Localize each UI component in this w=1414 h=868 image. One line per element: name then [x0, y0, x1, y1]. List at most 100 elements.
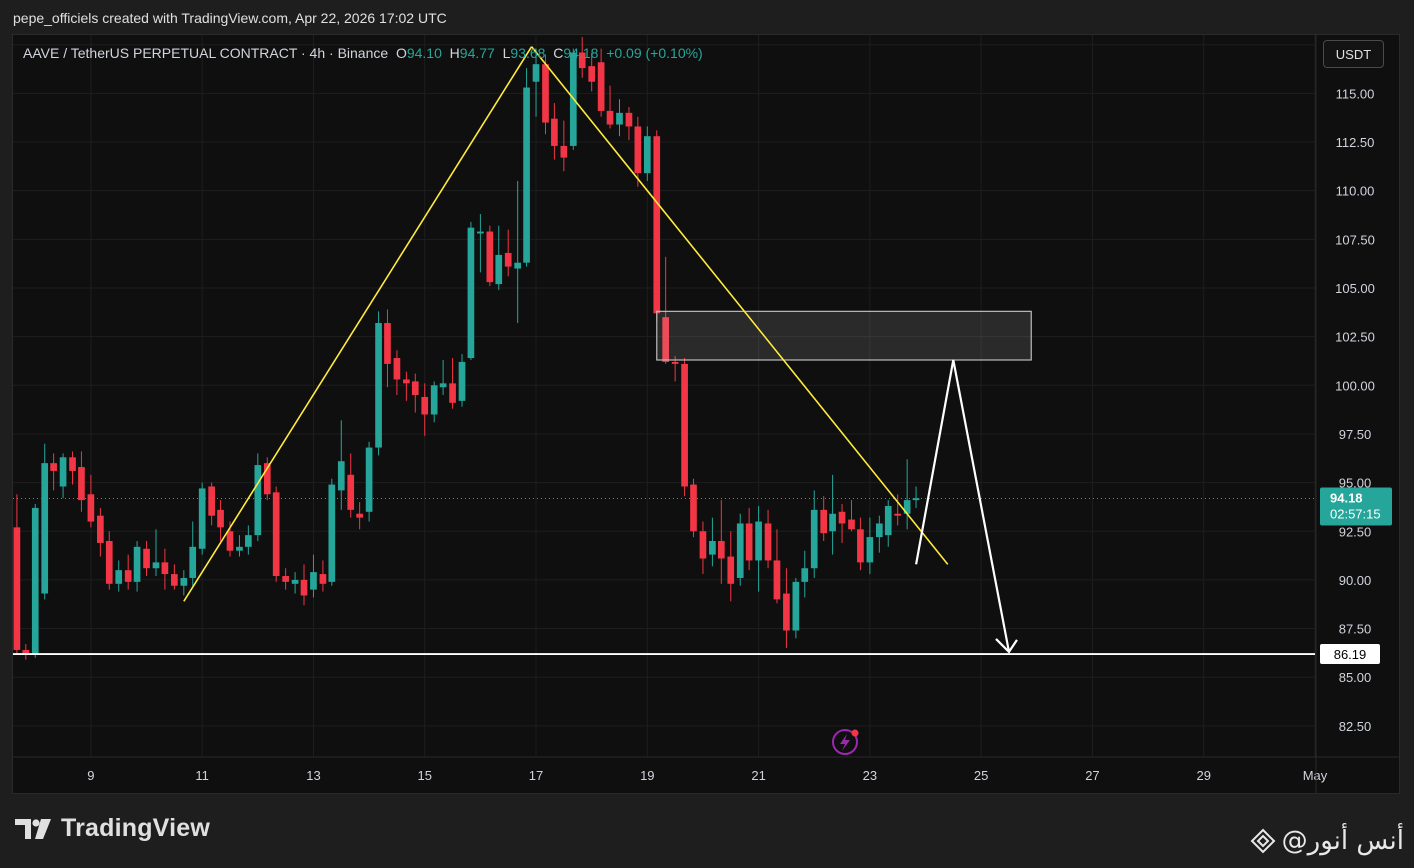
trendline[interactable] [530, 46, 949, 565]
candle-body [41, 463, 49, 594]
candle-body [894, 513, 902, 516]
chart-credit: pepe_officiels created with TradingView.… [13, 10, 447, 26]
candle-body [328, 484, 336, 582]
price-tick-label: 102.50 [1335, 330, 1375, 345]
candle-body [857, 529, 864, 563]
symbol-name: AAVE / TetherUS PERPETUAL CONTRACT · 4h … [23, 45, 389, 61]
candle-body [272, 492, 280, 577]
author-handle-text: @أنس أنور [1281, 826, 1404, 856]
candle-body [504, 252, 512, 267]
candle-body [375, 323, 382, 448]
candle-body [477, 231, 484, 234]
candle-body [643, 136, 651, 174]
candle-body [588, 66, 596, 82]
candle-body [764, 523, 772, 561]
tradingview-logo[interactable]: TradingView [15, 814, 210, 843]
candle-body [792, 581, 800, 631]
candle-body [152, 562, 160, 569]
binance-icon [1250, 828, 1276, 854]
candle-body [495, 254, 503, 285]
time-tick-label: 9 [87, 768, 94, 783]
supply-zone-rectangle[interactable] [656, 310, 1032, 361]
candle-body [133, 546, 141, 582]
candle-body [597, 62, 605, 111]
candle-body [671, 361, 679, 364]
candle-body [356, 513, 363, 518]
level-price-label: 86.19 [1334, 647, 1367, 662]
candle-body [439, 383, 447, 388]
candle-body [699, 531, 707, 559]
current-price-label: 94.18 [1330, 491, 1363, 506]
candle-body [523, 87, 530, 263]
close-label: C [553, 45, 564, 61]
candle-body [226, 531, 234, 551]
time-tick-label: 15 [418, 768, 432, 783]
time-tick-label: 27 [1085, 768, 1099, 783]
candle-body [616, 112, 623, 125]
candle-body [124, 570, 132, 582]
tradingview-logo-text: TradingView [61, 814, 211, 842]
candle-body [189, 546, 197, 578]
price-tick-label: 92.50 [1339, 524, 1372, 539]
candle-body [783, 593, 790, 631]
high-value: 94.77 [459, 45, 495, 61]
price-tick-label: 115.00 [1336, 86, 1375, 101]
time-tick-label: 11 [195, 768, 209, 783]
candle-body [347, 474, 355, 510]
candle-body [801, 568, 809, 582]
candle-body [365, 447, 373, 512]
candle-body [634, 126, 642, 174]
candle-body [180, 577, 188, 586]
candle-body [829, 513, 836, 532]
candle-body [727, 556, 735, 584]
lightning-icon[interactable] [832, 729, 859, 755]
candle-body [486, 231, 494, 283]
time-tick-label: 21 [751, 768, 765, 783]
candle-body [300, 579, 308, 596]
candle-body [236, 546, 243, 551]
candle-body [421, 396, 429, 415]
symbol-info: AAVE / TetherUS PERPETUAL CONTRACT · 4h … [23, 45, 703, 61]
currency-button[interactable]: USDT [1323, 40, 1384, 68]
candle-body [403, 379, 410, 384]
candle-body [875, 523, 883, 538]
projection-path[interactable] [915, 359, 1011, 653]
open-label: O [395, 45, 407, 61]
candle-body [245, 535, 252, 547]
time-tick-label: 17 [529, 768, 543, 783]
candle-body [467, 227, 475, 359]
candle-body [606, 110, 614, 125]
candle-body [745, 523, 753, 561]
time-tick-label: 19 [640, 768, 654, 783]
open-value: 94.10 [406, 45, 442, 61]
candle-body [337, 461, 345, 491]
candle-body [755, 521, 762, 561]
candle-body [625, 112, 633, 127]
candle-body [866, 537, 874, 563]
candle-body [13, 527, 21, 650]
candle-body [161, 562, 169, 575]
price-tick-label: 85.00 [1339, 670, 1372, 685]
close-value: 94.18 [563, 45, 599, 61]
low-value: 93.68 [510, 45, 546, 61]
change-value: +0.09 (+0.10%) [606, 45, 703, 61]
candle-body [31, 507, 39, 654]
candle-body [736, 523, 744, 578]
candlestick-chart[interactable]: 117.50115.00112.50110.00107.50105.00102.… [13, 35, 1399, 793]
candle-body [709, 540, 716, 555]
candle-body [551, 118, 558, 146]
candle-body [458, 361, 466, 401]
candle-body [411, 381, 419, 396]
price-tick-label: 87.50 [1339, 622, 1372, 637]
countdown-label: 02:57:15 [1330, 507, 1381, 522]
price-tick-label: 107.50 [1335, 232, 1375, 247]
chart-pane[interactable]: 117.50115.00112.50110.00107.50105.00102.… [12, 34, 1400, 794]
price-tick-label: 97.50 [1339, 427, 1372, 442]
trendline[interactable] [183, 46, 533, 602]
candle-body [532, 64, 540, 82]
price-tick-label: 105.00 [1335, 281, 1375, 296]
candle-body [681, 363, 688, 487]
candle-body [820, 509, 828, 534]
high-label: H [449, 45, 460, 61]
candle-body [50, 463, 57, 471]
